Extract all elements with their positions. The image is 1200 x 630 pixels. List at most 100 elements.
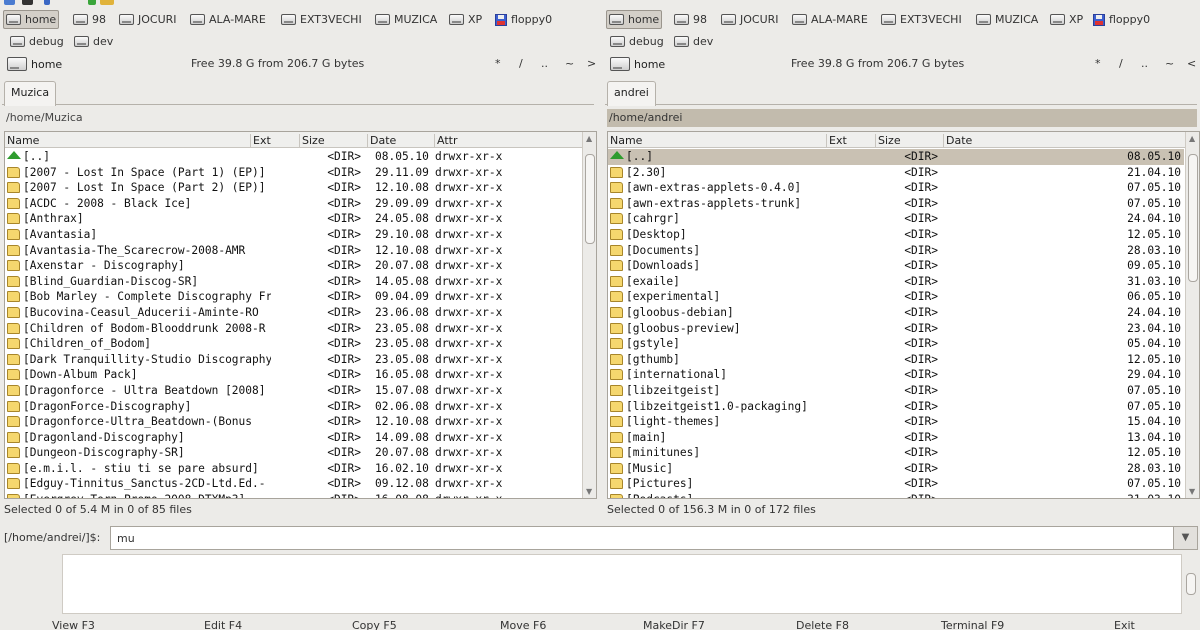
drive-button-98[interactable]: 98 [71, 10, 108, 29]
drive-button-dev[interactable]: dev [72, 32, 115, 51]
file-row[interactable]: [awn-extras-applets-trunk] <DIR> 07.05.10 [608, 196, 1184, 212]
column-ext[interactable]: Ext [826, 134, 875, 148]
terminal-scrollbar[interactable] [1184, 556, 1198, 614]
file-row[interactable]: [awn-extras-applets-0.4.0] <DIR> 07.05.10 [608, 180, 1184, 196]
drive-button-muzica[interactable]: MUZICA [373, 10, 439, 29]
file-row[interactable]: [Dragonland-Discography] <DIR> 14.09.08 drw… [5, 430, 581, 446]
column-date[interactable]: Date [367, 134, 434, 148]
drive-button-floppy0[interactable]: floppy0 [493, 10, 554, 29]
drive-button-ala-mare[interactable]: ALA-MARE [790, 10, 870, 29]
file-row[interactable]: [Blind_Guardian-Discog-SR] <DIR> 14.05.08 d… [5, 274, 581, 290]
column-attr[interactable]: Attr [434, 134, 581, 148]
file-row[interactable]: [Dark Tranquillity-Studio Discography- <D… [5, 352, 581, 368]
file-row[interactable]: [gthumb] <DIR> 12.05.10 [608, 352, 1184, 368]
file-row[interactable]: [2007 - Lost In Space (Part 2) (EP)] <DIR… [5, 180, 581, 196]
file-row[interactable]: [Pictures] <DIR> 07.05.10 [608, 476, 1184, 492]
file-row[interactable]: [gloobus-debian] <DIR> 24.04.10 [608, 305, 1184, 321]
drive-button-jocuri[interactable]: JOCURI [117, 10, 179, 29]
file-row[interactable]: [light-themes] <DIR> 15.04.10 [608, 414, 1184, 430]
info-icon[interactable] [44, 0, 50, 5]
file-row[interactable]: [Avantasia-The_Scarecrow-2008-AMR <DIR> 12… [5, 243, 581, 259]
vertical-scrollbar[interactable]: ▲ ▼ [582, 132, 596, 498]
current-drive-button[interactable]: home [610, 57, 665, 71]
file-row[interactable]: [main] <DIR> 13.04.10 [608, 430, 1184, 446]
nav-slash-button[interactable]: / [519, 57, 523, 70]
command-input[interactable] [117, 532, 1157, 545]
file-row[interactable]: [exaile] <DIR> 31.03.10 [608, 274, 1184, 290]
file-row[interactable]: [cahrgr] <DIR> 24.04.10 [608, 211, 1184, 227]
column-date[interactable]: Date [943, 134, 1184, 148]
file-row[interactable]: [e.m.i.l. - stiu ti se pare absurd] <DIR>… [5, 461, 581, 477]
terminal-icon[interactable] [22, 0, 33, 5]
file-row[interactable]: [Anthrax] <DIR> 24.05.08 drwxr-xr-x [5, 211, 581, 227]
column-name[interactable]: Name [608, 134, 826, 148]
drive-button-dev[interactable]: dev [672, 32, 715, 51]
scroll-thumb[interactable] [1186, 573, 1196, 595]
file-row[interactable]: [Children of Bodom-Blooddrunk 2008-R <DIR… [5, 321, 581, 337]
terminal-output[interactable] [62, 554, 1182, 614]
exit-button[interactable]: Exit [1114, 619, 1135, 630]
drive-button-jocuri[interactable]: JOCURI [719, 10, 781, 29]
column-name[interactable]: Name [5, 134, 250, 148]
file-row[interactable]: [Bucovina-Ceasul_Aducerii-Aminte-RO <DIR>… [5, 305, 581, 321]
file-row[interactable]: [Desktop] <DIR> 12.05.10 [608, 227, 1184, 243]
move-button[interactable]: Move F6 [500, 619, 546, 630]
refresh-icon[interactable] [4, 0, 15, 5]
nav-up-button[interactable]: .. [1141, 57, 1148, 70]
drive-button-floppy0[interactable]: floppy0 [1091, 10, 1152, 29]
nav-up-button[interactable]: .. [541, 57, 548, 70]
drive-button-ext3vechi[interactable]: EXT3VECHI [879, 10, 964, 29]
file-row[interactable]: [2.30] <DIR> 21.04.10 [608, 165, 1184, 181]
file-list[interactable]: Name Ext Size Date Attr [..] <DIR> 08.05.1… [4, 131, 597, 499]
view-button[interactable]: View F3 [52, 619, 95, 630]
scroll-down-arrow-icon[interactable]: ▼ [1189, 487, 1195, 496]
nav-home-button[interactable]: ~ [565, 57, 574, 70]
current-drive-button[interactable]: home [7, 57, 62, 71]
drive-button-muzica[interactable]: MUZICA [974, 10, 1040, 29]
nav-other-panel-button[interactable]: > [587, 57, 596, 70]
edit-button[interactable]: Edit F4 [204, 619, 242, 630]
file-row[interactable]: [Dungeon-Discography-SR] <DIR> 20.07.08 drw… [5, 445, 581, 461]
drive-button-98[interactable]: 98 [672, 10, 709, 29]
scroll-thumb[interactable] [1188, 154, 1198, 282]
file-row[interactable]: [..] <DIR> 08.05.10 drwxr-xr-x [5, 149, 581, 165]
drive-button-debug[interactable]: debug [8, 32, 66, 51]
file-row[interactable]: [experimental] <DIR> 06.05.10 [608, 289, 1184, 305]
nav-root-button[interactable]: * [495, 57, 501, 70]
drive-button-debug[interactable]: debug [608, 32, 666, 51]
drive-button-ext3vechi[interactable]: EXT3VECHI [279, 10, 364, 29]
drive-button-home[interactable]: home [606, 10, 663, 29]
nav-slash-button[interactable]: / [1119, 57, 1123, 70]
scroll-thumb[interactable] [585, 154, 595, 244]
file-row[interactable]: [Bob Marley - Complete Discography Fr <DI… [5, 289, 581, 305]
file-row[interactable]: [2007 - Lost In Space (Part 1) (EP)] <DIR… [5, 165, 581, 181]
file-row[interactable]: [Evergrey-Torn-Promo-2008-DTXMp3] <DIR> 16… [5, 492, 581, 498]
column-size[interactable]: Size [299, 134, 367, 148]
file-row[interactable]: [Axenstar - Discography] <DIR> 20.07.08 drw… [5, 258, 581, 274]
scroll-down-arrow-icon[interactable]: ▼ [586, 487, 592, 496]
file-row[interactable]: [ACDC - 2008 - Black Ice] <DIR> 29.09.09 dr… [5, 196, 581, 212]
makedir-button[interactable]: MakeDir F7 [643, 619, 705, 630]
command-box[interactable]: ▼ [110, 526, 1198, 550]
column-ext[interactable]: Ext [250, 134, 299, 148]
file-row[interactable]: [Podcasts] <DIR> 31.03.10 [608, 492, 1184, 498]
drive-button-home[interactable]: home [3, 10, 60, 29]
file-row[interactable]: [Edguy-Tinnitus_Sanctus-2CD-Ltd.Ed.- <DIR… [5, 476, 581, 492]
file-row[interactable]: [..] <DIR> 08.05.10 [608, 149, 1184, 165]
terminal-button[interactable]: Terminal F9 [941, 619, 1004, 630]
vertical-scrollbar[interactable]: ▲ ▼ [1185, 132, 1199, 498]
file-row[interactable]: [DragonForce-Discography] <DIR> 02.06.08 dr… [5, 399, 581, 415]
drive-button-xp[interactable]: XP [447, 10, 484, 29]
scroll-up-arrow-icon[interactable]: ▲ [1189, 134, 1195, 143]
file-row[interactable]: [gloobus-preview] <DIR> 23.04.10 [608, 321, 1184, 337]
delete-button[interactable]: Delete F8 [796, 619, 849, 630]
file-row[interactable]: [minitunes] <DIR> 12.05.10 [608, 445, 1184, 461]
drive-button-xp[interactable]: XP [1048, 10, 1085, 29]
file-row[interactable]: [international] <DIR> 29.04.10 [608, 367, 1184, 383]
file-row[interactable]: [Avantasia] <DIR> 29.10.08 drwxr-xr-x [5, 227, 581, 243]
search-icon[interactable] [100, 0, 114, 5]
tab-andrei[interactable]: andrei [607, 81, 656, 106]
chevron-down-icon[interactable]: ▼ [1173, 527, 1197, 549]
scroll-up-arrow-icon[interactable]: ▲ [586, 134, 592, 143]
copy-button[interactable]: Copy F5 [352, 619, 397, 630]
